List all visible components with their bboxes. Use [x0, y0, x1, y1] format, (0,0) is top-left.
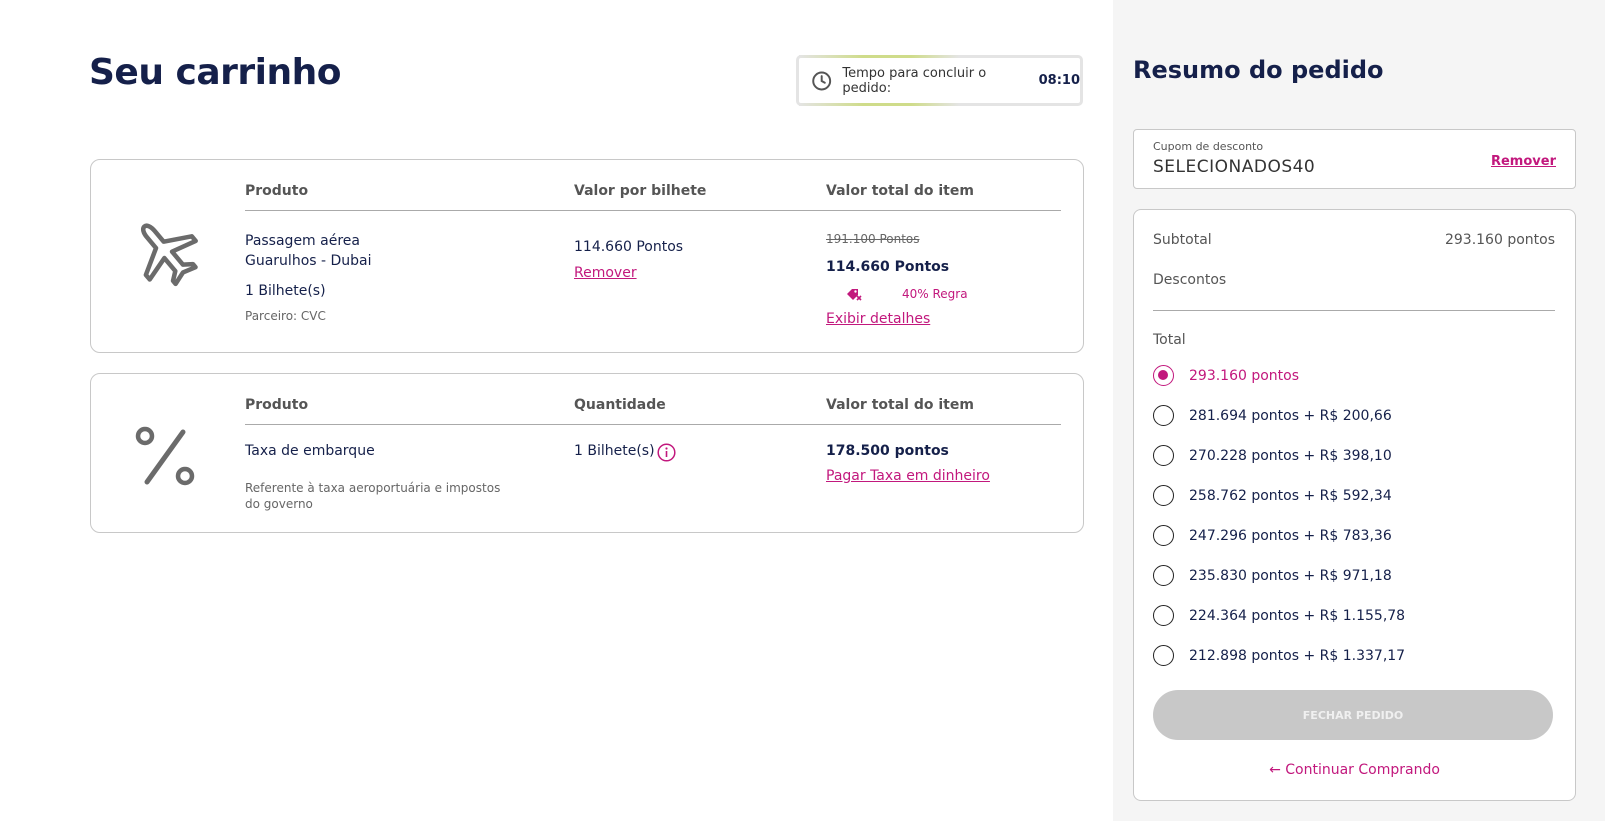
payment-option-label: 247.296 pontos + R$ 783,36	[1189, 527, 1392, 544]
payment-option-label: 281.694 pontos + R$ 200,66	[1189, 407, 1392, 424]
cart-item-flight: Produto Valor por bilhete Valor total do…	[90, 159, 1084, 353]
ticket-count: 1 Bilhete(s)	[245, 283, 326, 299]
col-header-quantity: Quantidade	[574, 397, 666, 413]
payment-option[interactable]: 270.228 pontos + R$ 398,10	[1153, 445, 1392, 466]
discounts-label: Descontos	[1153, 272, 1227, 288]
col-header-item-total: Valor total do item	[826, 397, 974, 413]
airplane-icon	[140, 223, 198, 287]
col-header-unit-value: Valor por bilhete	[574, 183, 707, 199]
payment-option[interactable]: 281.694 pontos + R$ 200,66	[1153, 405, 1392, 426]
remove-item-link[interactable]: Remover	[574, 265, 637, 281]
discount-rule: 40% Regra	[846, 287, 968, 301]
coupon-code: SELECIONADOS40	[1153, 157, 1316, 177]
header-divider	[245, 424, 1061, 425]
original-total: 191.100 Pontos	[826, 232, 920, 246]
radio-button[interactable]	[1153, 645, 1174, 666]
radio-button[interactable]	[1153, 365, 1174, 386]
unit-value: 114.660 Pontos	[574, 239, 684, 255]
pay-tax-cash-link[interactable]: Pagar Taxa em dinheiro	[826, 468, 990, 484]
order-timer: Tempo para concluir o pedido: 08:10	[796, 55, 1083, 106]
coupon-field: Cupom de desconto SELECIONADOS40 Remover	[1133, 129, 1576, 189]
product-description: Referente à taxa aeroportuária e imposto…	[245, 481, 501, 511]
payment-option[interactable]: 212.898 pontos + R$ 1.337,17	[1153, 645, 1405, 666]
payment-option[interactable]: 224.364 pontos + R$ 1.155,78	[1153, 605, 1405, 626]
payment-option-label: 270.228 pontos + R$ 398,10	[1189, 447, 1392, 464]
cart-panel: Seu carrinho Tempo para concluir o pedid…	[0, 0, 1113, 821]
payment-option[interactable]: 293.160 pontos	[1153, 365, 1299, 386]
payment-option-label: 293.160 pontos	[1189, 367, 1300, 384]
payment-option-label: 224.364 pontos + R$ 1.155,78	[1189, 607, 1406, 624]
timer-label: Tempo para concluir o pedido:	[842, 65, 987, 96]
continue-shopping-link[interactable]: ← Continuar Comprando	[1134, 762, 1575, 778]
payment-option[interactable]: 235.830 pontos + R$ 971,18	[1153, 565, 1392, 586]
radio-button[interactable]	[1153, 485, 1174, 506]
subtotal-value: 293.160 pontos	[1444, 232, 1555, 248]
info-icon[interactable]	[657, 443, 676, 462]
timer-value: 08:10	[1038, 73, 1080, 88]
clock-icon	[812, 71, 832, 90]
payment-option-label: 212.898 pontos + R$ 1.337,17	[1189, 647, 1406, 664]
col-header-item-total: Valor total do item	[826, 183, 974, 199]
discount-tag-icon	[847, 289, 862, 301]
payment-option[interactable]: 258.762 pontos + R$ 592,34	[1153, 485, 1392, 506]
item-total: 178.500 pontos	[826, 443, 949, 459]
col-header-product: Produto	[245, 183, 309, 199]
partner-label: Parceiro: CVC	[245, 309, 326, 323]
radio-button[interactable]	[1153, 605, 1174, 626]
radio-button[interactable]	[1153, 565, 1174, 586]
payment-option-label: 235.830 pontos + R$ 971,18	[1189, 567, 1392, 584]
order-summary-panel: Resumo do pedido Cupom de desconto SELEC…	[1113, 0, 1605, 821]
summary-title: Resumo do pedido	[1133, 56, 1384, 84]
remove-coupon-link[interactable]: Remover	[1491, 154, 1556, 169]
product-route: Guarulhos - Dubai	[245, 253, 372, 269]
header-divider	[245, 210, 1061, 211]
page-title: Seu carrinho	[89, 52, 341, 93]
show-details-link[interactable]: Exibir detalhes	[826, 311, 930, 327]
cart-item-boarding-tax: Produto Quantidade Valor total do item T…	[90, 373, 1084, 533]
subtotal-label: Subtotal	[1153, 232, 1212, 248]
radio-button[interactable]	[1153, 405, 1174, 426]
close-order-button[interactable]: FECHAR PEDIDO	[1153, 690, 1553, 740]
payment-option-label: 258.762 pontos + R$ 592,34	[1189, 487, 1392, 504]
item-total: 114.660 Pontos	[826, 259, 950, 275]
radio-button[interactable]	[1153, 525, 1174, 546]
summary-divider	[1153, 310, 1555, 311]
quantity-value: 1 Bilhete(s)	[574, 443, 655, 459]
radio-button[interactable]	[1153, 445, 1174, 466]
total-label: Total	[1153, 332, 1186, 348]
col-header-product: Produto	[245, 397, 309, 413]
payment-option[interactable]: 247.296 pontos + R$ 783,36	[1153, 525, 1392, 546]
summary-box: Subtotal 293.160 pontos Descontos Total …	[1133, 209, 1576, 801]
product-name: Passagem aérea	[245, 233, 360, 249]
rule-label: 40% Regra	[902, 287, 968, 301]
product-name: Taxa de embarque	[245, 443, 375, 459]
percent-icon	[135, 426, 195, 486]
coupon-label: Cupom de desconto	[1153, 140, 1264, 153]
